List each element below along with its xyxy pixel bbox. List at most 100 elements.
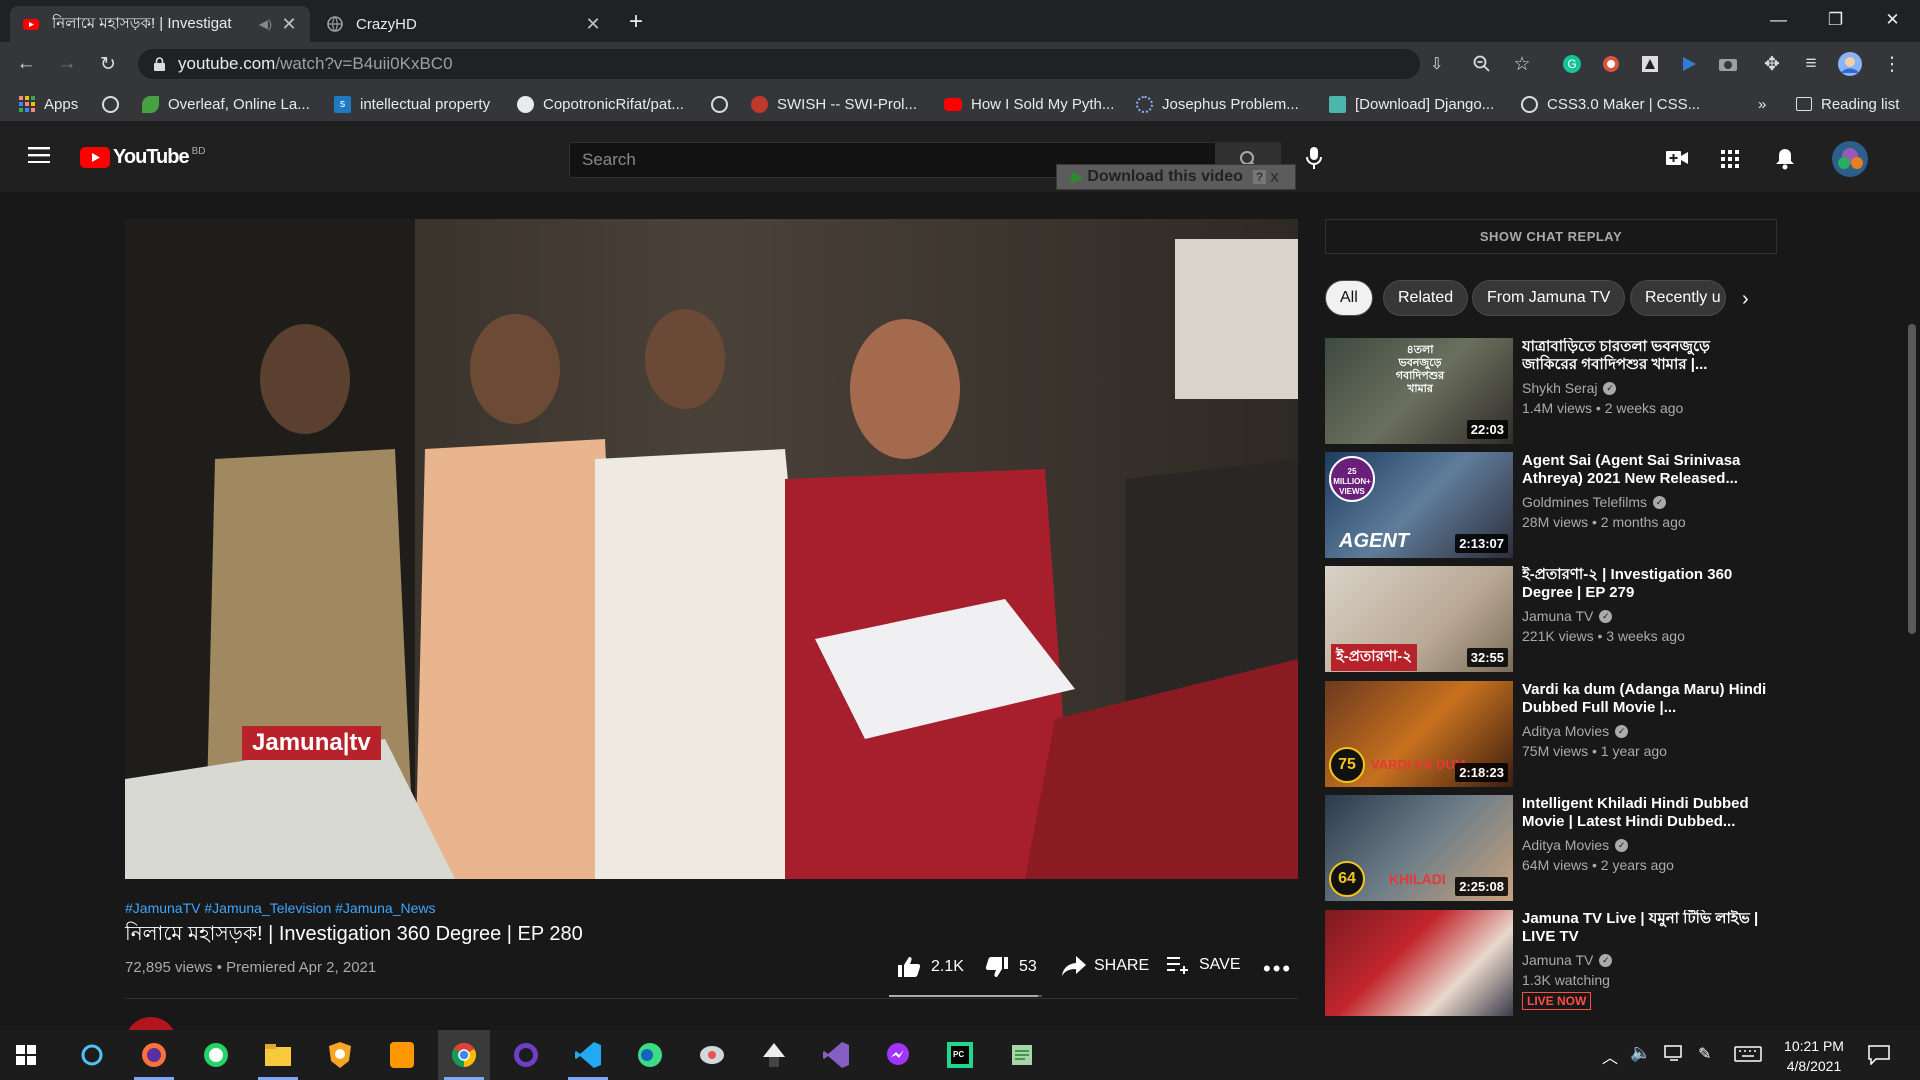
recommendation-item[interactable]: ই-প্রতারণা-২ 32:55 ই-প্রতারণা-২ | Invest… [1325,566,1795,674]
extensions-puzzle-icon[interactable]: ✥ [1760,52,1784,76]
messenger-icon[interactable] [872,1030,924,1080]
channel-name[interactable]: Jamuna TV ✓ [1522,608,1613,624]
video-hashtags[interactable]: #JamunaTV #Jamuna_Television #Jamuna_New… [125,900,436,916]
create-video-icon[interactable] [1666,150,1688,166]
share-button[interactable]: SHARE [1062,956,1149,976]
notepad-icon[interactable] [996,1030,1048,1080]
sublime-icon[interactable] [376,1030,428,1080]
firefox-icon[interactable] [128,1030,180,1080]
more-actions-icon[interactable]: ••• [1263,956,1292,982]
anydesk-icon[interactable] [686,1030,738,1080]
chip-from-jamuna-tv[interactable]: From Jamuna TV [1472,280,1626,316]
save-button[interactable]: SAVE [1167,956,1241,974]
touch-keyboard-icon[interactable] [1734,1046,1762,1062]
system-clock[interactable]: 10:21 PM 4/8/2021 [1770,1036,1858,1076]
restore-button[interactable]: ❐ [1807,0,1864,40]
recommendation-item[interactable]: 64 KHILADI 2:25:08 Intelligent Khiladi H… [1325,795,1795,903]
install-app-icon[interactable]: ⇩ [1430,54,1443,74]
address-bar[interactable]: youtube.com/watch?v=B4uii0KxBC0 ⇩ [138,49,1443,79]
github-desktop-icon[interactable] [500,1030,552,1080]
kotlin-icon[interactable] [624,1030,676,1080]
new-tab-button[interactable]: + [622,8,650,36]
chips-next-chevron-icon[interactable]: › [1742,288,1749,311]
channel-name[interactable]: Aditya Movies ✓ [1522,723,1629,739]
video-title[interactable]: Jamuna TV Live | যমুনা টিভি লাইভ | LIVE … [1522,910,1767,946]
bookmark-swish[interactable]: SWISH -- SWI-Prol... [751,93,917,115]
close-window-button[interactable]: ✕ [1864,0,1920,40]
download-video-bar[interactable]: ▶ Download this video ? X [1056,164,1296,190]
download-help-button[interactable]: ? [1252,170,1267,184]
whatsapp-icon[interactable] [190,1030,242,1080]
chrome-icon[interactable] [438,1030,490,1080]
reading-list-button[interactable]: Reading list [1796,93,1899,115]
chip-related[interactable]: Related [1383,280,1469,316]
video-title[interactable]: Agent Sai (Agent Sai Srinivasa Athreya) … [1522,452,1767,488]
voice-search-mic-icon[interactable] [1306,147,1322,169]
video-thumbnail[interactable]: ই-প্রতারণা-২ 32:55 [1325,566,1513,672]
video-thumbnail[interactable]: 25 MILLION+ VIEWS AGENT 2:13:07 [1325,452,1513,558]
video-title[interactable]: ই-প্রতারণা-২ | Investigation 360 Degree … [1522,566,1767,602]
recommendation-item[interactable]: 25 MILLION+ VIEWS AGENT 2:13:07 Agent Sa… [1325,452,1795,560]
bookmark-globe[interactable] [102,93,128,115]
extension-icon[interactable] [1638,52,1662,76]
pycharm-icon[interactable]: PC [934,1030,986,1080]
pen-workspace-icon[interactable]: ✎ [1698,1044,1711,1064]
bookmark-josephus[interactable]: Josephus Problem... [1136,93,1299,115]
bookmark-overleaf[interactable]: Overleaf, Online La... [142,93,310,115]
more-bookmarks-button[interactable]: » [1758,93,1766,115]
video-thumbnail[interactable]: ৪তলা ভবনজুড়ে গবাদিপশুর খামার 22:03 [1325,338,1513,444]
chip-all[interactable]: All [1325,280,1373,316]
video-thumbnail[interactable]: 75 VARDI KA DUM 2:18:23 [1325,681,1513,787]
tab-audio-icon[interactable]: ◀) [259,17,272,31]
action-center-icon[interactable] [1868,1045,1890,1065]
bookmark-github[interactable]: CopotronicRifat/pat... [517,93,684,115]
video-thumbnail[interactable] [1325,910,1513,1016]
bookmark-star-icon[interactable]: ☆ [1510,52,1534,76]
video-player[interactable]: Jamuna|tv [125,219,1298,879]
bookmark-youtube[interactable]: How I Sold My Pyth... [944,93,1114,115]
windows-start-icon[interactable] [0,1030,52,1080]
channel-avatar[interactable] [125,1017,177,1030]
camera-extension-icon[interactable] [1716,52,1740,76]
tab-crazyhd[interactable]: CrazyHD ✕ [314,6,614,42]
file-explorer-icon[interactable] [252,1030,304,1080]
video-thumbnail[interactable]: 64 KHILADI 2:25:08 [1325,795,1513,901]
channel-name[interactable]: Aditya Movies ✓ [1522,837,1629,853]
channel-name[interactable]: Goldmines Telefilms ✓ [1522,494,1667,510]
search-cortana-icon[interactable] [66,1030,118,1080]
back-button[interactable]: ← [14,52,38,76]
grammarly-extension-icon[interactable]: G [1560,52,1584,76]
chrome-menu-icon[interactable]: ⋮ [1880,52,1904,76]
channel-name[interactable]: Shykh Seraj ✓ [1522,380,1617,396]
zoom-icon[interactable] [1470,52,1494,76]
video-title[interactable]: যাত্রাবাড়িতে চারতলা ভবনজুড়ে জাকিরের গব… [1522,338,1767,374]
hamburger-menu-icon[interactable] [28,147,50,163]
page-scrollbar-thumb[interactable] [1908,324,1916,634]
notifications-bell-icon[interactable] [1775,148,1795,170]
account-avatar[interactable] [1832,141,1868,177]
bookmark-apps[interactable]: Apps [18,93,78,115]
recommendation-item[interactable]: ৪তলা ভবনজুড়ে গবাদিপশুর খামার 22:03 যাত্… [1325,338,1795,446]
bookmark-intellectual-property[interactable]: s intellectual property [334,93,490,115]
reload-button[interactable]: ↻ [96,52,120,76]
apps-grid-icon[interactable] [1721,150,1739,168]
brave-icon[interactable] [314,1030,366,1080]
extension-icon[interactable] [1599,52,1623,76]
vscode-icon[interactable] [562,1030,614,1080]
lock-icon[interactable] [153,56,166,72]
chip-recently-uploaded[interactable]: Recently u [1630,280,1726,316]
show-chat-replay-button[interactable]: SHOW CHAT REPLAY [1325,219,1777,254]
recommendation-item[interactable]: 75 VARDI KA DUM 2:18:23 Vardi ka dum (Ad… [1325,681,1795,789]
like-button[interactable]: 2.1K [897,956,964,978]
dislike-button[interactable]: 53 [985,956,1037,978]
bookmark-django[interactable]: [Download] Django... [1329,93,1494,115]
network-icon[interactable] [1664,1045,1684,1061]
visual-studio-icon[interactable] [810,1030,862,1080]
forward-button[interactable]: → [55,52,79,76]
video-title[interactable]: Intelligent Khiladi Hindi Dubbed Movie |… [1522,795,1767,831]
extension-icon[interactable] [1677,52,1701,76]
channel-name[interactable]: Jamuna TV ✓ [1522,952,1613,968]
show-hidden-icons-chevron-icon[interactable]: ︿ [1602,1044,1618,1068]
download-close-button[interactable]: X [1270,170,1279,185]
youtube-logo[interactable]: YouTube BD [80,146,205,169]
